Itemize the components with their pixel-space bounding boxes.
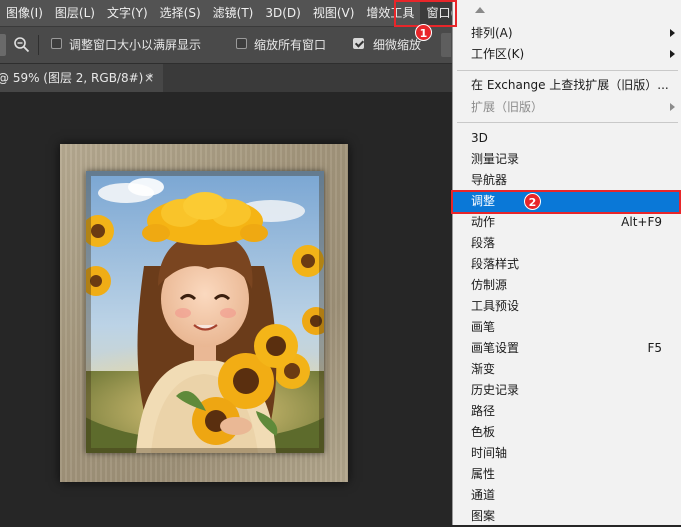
scrubby-zoom-label: 细微缩放 <box>373 38 422 52</box>
canvas-frame <box>60 144 348 482</box>
submenu-arrow-icon <box>670 103 675 111</box>
menu-item-workspace[interactable]: 工作区(K) <box>453 44 681 65</box>
menu-view[interactable]: 视图(V) <box>307 0 361 26</box>
shortcut-actions: Alt+F9 <box>621 215 662 229</box>
shortcut-brush-settings: F5 <box>647 341 662 355</box>
menu-item-history[interactable]: 历史记录 <box>453 380 681 401</box>
menu-select[interactable]: 选择(S) <box>154 0 207 26</box>
menu-item-paragraph-styles[interactable]: 段落样式 <box>453 254 681 275</box>
menu-type[interactable]: 文字(Y) <box>101 0 154 26</box>
menu-separator <box>457 122 678 123</box>
hundred-percent-button[interactable] <box>441 33 451 57</box>
menu-item-swatches[interactable]: 色板 <box>453 422 681 443</box>
zoom-all-windows-label: 缩放所有窗口 <box>254 38 327 52</box>
resize-windows-checkbox[interactable] <box>51 38 62 49</box>
menu-item-extensions: 扩展（旧版） <box>453 97 681 118</box>
tool-preset-stub[interactable] <box>0 34 6 56</box>
options-divider <box>38 35 39 55</box>
sunflower-girl-image <box>86 171 324 453</box>
annotation-badge-2: 2 <box>524 193 541 210</box>
annotation-badge-1: 1 <box>415 24 432 41</box>
submenu-arrow-icon <box>670 29 675 37</box>
document-tab[interactable]: @ 59% (图层 2, RGB/8#) * × <box>0 64 163 92</box>
menu-3d[interactable]: 3D(D) <box>259 0 306 26</box>
annotation-box-adjustments <box>451 190 681 214</box>
menu-item-patterns[interactable]: 图案 <box>453 506 681 527</box>
resize-windows-label: 调整窗口大小以满屏显示 <box>69 38 202 52</box>
annotation-box-window-menu <box>394 0 457 27</box>
zoom-out-icon[interactable] <box>12 35 32 55</box>
menu-item-clone-source[interactable]: 仿制源 <box>453 275 681 296</box>
menu-item-properties[interactable]: 属性 <box>453 464 681 485</box>
menu-item-channels[interactable]: 通道 <box>453 485 681 506</box>
menu-item-gradients[interactable]: 渐变 <box>453 359 681 380</box>
menu-separator <box>457 70 678 71</box>
menu-filter[interactable]: 滤镜(T) <box>207 0 260 26</box>
menu-item-find-exchange[interactable]: 在 Exchange 上查找扩展（旧版）... <box>453 75 681 96</box>
menu-item-navigator[interactable]: 导航器 <box>453 170 681 191</box>
menu-layer[interactable]: 图层(L) <box>49 0 101 26</box>
menu-item-3d[interactable]: 3D <box>453 128 681 149</box>
submenu-arrow-icon <box>670 50 675 58</box>
menu-item-measurement-log[interactable]: 测量记录 <box>453 149 681 170</box>
close-icon[interactable]: × <box>144 64 154 92</box>
menu-item-actions[interactable]: 动作 Alt+F9 <box>453 212 681 233</box>
menu-item-tool-presets[interactable]: 工具预设 <box>453 296 681 317</box>
menu-item-arrange[interactable]: 排列(A) <box>453 23 681 44</box>
menu-image[interactable]: 图像(I) <box>0 0 49 26</box>
window-menu-dropdown: 排列(A) 工作区(K) 在 Exchange 上查找扩展（旧版）... 扩展（… <box>452 0 681 525</box>
menu-item-brushes[interactable]: 画笔 <box>453 317 681 338</box>
menu-item-paths[interactable]: 路径 <box>453 401 681 422</box>
menu-item-brush-settings[interactable]: 画笔设置 F5 <box>453 338 681 359</box>
zoom-all-windows-checkbox[interactable] <box>236 38 247 49</box>
document-tab-title: @ 59% (图层 2, RGB/8#) * <box>0 71 154 85</box>
scroll-up-icon[interactable] <box>475 7 485 13</box>
scrubby-zoom-checkbox[interactable] <box>353 38 364 49</box>
menu-item-timeline[interactable]: 时间轴 <box>453 443 681 464</box>
canvas-artwork <box>86 171 324 453</box>
menu-item-paragraph[interactable]: 段落 <box>453 233 681 254</box>
